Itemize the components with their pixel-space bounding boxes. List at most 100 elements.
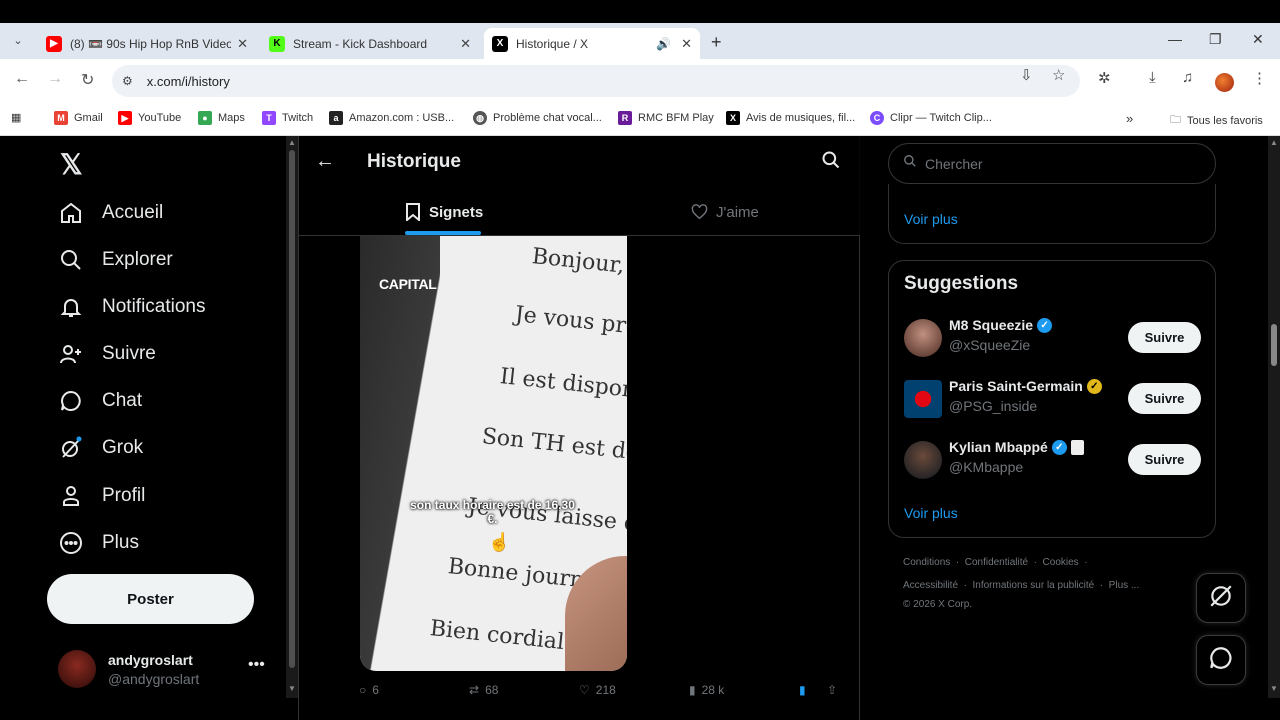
footer-link[interactable]: Cookies	[1043, 557, 1079, 568]
verified-badge-icon: ✓	[1037, 317, 1053, 333]
see-more-link[interactable]: Voir plus	[904, 211, 958, 227]
sidebar-item-notifications[interactable]: Notifications	[58, 294, 206, 320]
tab-signets[interactable]: Signets	[405, 188, 483, 236]
new-tab-icon[interactable]: +	[711, 32, 722, 53]
footer-link[interactable]: Informations sur la publicité	[972, 580, 1094, 591]
tab-x-history[interactable]: X Historique / X 🔊 ✕	[484, 28, 700, 59]
like-button[interactable]: ♡ 218	[579, 683, 616, 697]
restore-icon[interactable]: ❐	[1209, 31, 1222, 48]
share-icon[interactable]: ⇧	[827, 683, 837, 697]
media-shadow	[360, 236, 440, 671]
all-bookmarks-folder[interactable]: 🗀 Tous les favoris	[1170, 111, 1263, 130]
bookmark-gmail[interactable]: M Gmail	[54, 111, 103, 125]
tab-kick[interactable]: K Stream - Kick Dashboard ✕	[261, 28, 479, 59]
footer-link[interactable]: Accessibilité	[903, 580, 958, 591]
tab-jaime[interactable]: J'aime	[691, 188, 759, 236]
follow-button[interactable]: Suivre	[1128, 383, 1201, 414]
close-tab-icon[interactable]: ✕	[681, 36, 692, 52]
address-bar[interactable]: ⚙ x.com/i/history	[112, 65, 1080, 97]
close-window-icon[interactable]: ✕	[1252, 31, 1264, 48]
tab-strip: ⌄ ▶ (8) 📼 90s Hip Hop RnB Video ✕ K Stre…	[0, 23, 1280, 59]
views-button[interactable]: ▮ 28 k	[689, 683, 724, 697]
sidebar-item-accueil[interactable]: Accueil	[58, 200, 163, 226]
account-switcher[interactable]: andygroslart @andygroslart •••	[58, 648, 268, 692]
repost-button[interactable]: ⇄ 68	[469, 683, 498, 697]
paper-line: Je vous pro	[513, 302, 627, 340]
bookmark-twitch[interactable]: T Twitch	[262, 111, 313, 125]
footer-links-row: Conditions · Confidentialité · Cookies ·	[903, 557, 1088, 568]
more-bookmarks-icon[interactable]: »	[1126, 111, 1133, 126]
account-handle: @andygroslart	[108, 671, 200, 687]
post-button[interactable]: Poster	[47, 574, 254, 624]
scroll-down-arrow-icon[interactable]: ▼	[1270, 684, 1278, 693]
extensions-icon[interactable]: ✲	[1098, 69, 1111, 87]
close-tab-icon[interactable]: ✕	[237, 36, 248, 52]
page-header: ← Historique Signets J'aime	[299, 136, 860, 236]
page-scrollbar[interactable]: ▲ ▼	[1268, 136, 1280, 698]
bookmark-amazon[interactable]: a Amazon.com : USB...	[329, 111, 454, 125]
paper-line: Bonjour,	[530, 244, 626, 279]
bookmarked-icon[interactable]: ▮	[799, 683, 806, 697]
chat-icon	[58, 388, 84, 414]
reply-button[interactable]: ○ 6	[359, 683, 379, 697]
bookmark-maps[interactable]: ● Maps	[198, 111, 245, 125]
url-text[interactable]: x.com/i/history	[147, 74, 230, 89]
suggestion-item[interactable]: Paris Saint-Germain ✓ @PSG_inside Suivre	[904, 378, 1202, 422]
follow-button[interactable]: Suivre	[1128, 444, 1201, 475]
minimize-icon[interactable]: —	[1168, 31, 1182, 47]
left-scrollbar[interactable]: ▲ ▼	[286, 136, 298, 698]
sidebar-item-profil[interactable]: Profil	[58, 483, 145, 509]
sidebar-item-grok[interactable]: Grok	[58, 435, 143, 461]
scroll-up-arrow-icon[interactable]: ▲	[288, 138, 296, 147]
site-settings-icon[interactable]: ⚙	[122, 74, 133, 88]
tweet-media[interactable]: Bonjour, Je vous pro Il est dispon Son T…	[360, 236, 627, 671]
back-arrow-icon[interactable]: ←	[315, 150, 335, 173]
speaker-icon[interactable]: 🔊	[656, 37, 671, 51]
close-tab-icon[interactable]: ✕	[460, 36, 471, 52]
profile-avatar-icon[interactable]	[1215, 73, 1234, 92]
see-more-link[interactable]: Voir plus	[904, 505, 958, 521]
suggestion-item[interactable]: Kylian Mbappé ✓ @KMbappe Suivre	[904, 439, 1202, 483]
footer-link[interactable]: Plus ...	[1109, 580, 1140, 591]
youtube-icon: ▶	[118, 111, 132, 125]
scroll-up-arrow-icon[interactable]: ▲	[1270, 138, 1278, 147]
bookmark-probleme-chat[interactable]: ◍ Problème chat vocal...	[473, 111, 602, 125]
sidebar-item-plus[interactable]: Plus	[58, 530, 139, 556]
downloads-icon[interactable]: ⤓	[1149, 69, 1156, 86]
grok-icon	[1208, 583, 1234, 614]
search-icon[interactable]	[821, 150, 841, 175]
install-app-icon[interactable]: ⇩	[1020, 66, 1033, 84]
back-icon[interactable]: ←	[14, 70, 30, 88]
follow-button[interactable]: Suivre	[1128, 322, 1201, 353]
scrollbar-thumb[interactable]	[1271, 324, 1277, 366]
x-logo-icon[interactable]: 𝕏	[60, 148, 83, 181]
media-controls-icon[interactable]: ♫	[1182, 69, 1193, 86]
footer-link[interactable]: Confidentialité	[965, 557, 1028, 568]
sidebar-item-chat[interactable]: Chat	[58, 388, 142, 414]
bookmark-avis-musiques[interactable]: X Avis de musiques, fil...	[726, 111, 855, 125]
reload-icon[interactable]: ↻	[81, 70, 94, 90]
sidebar-item-explorer[interactable]: Explorer	[58, 247, 173, 273]
suggestion-name: Kylian Mbappé ✓	[949, 439, 1084, 455]
grok-float-button[interactable]	[1196, 573, 1246, 623]
bookmark-youtube[interactable]: ▶ YouTube	[118, 111, 181, 125]
forward-icon[interactable]: →	[47, 70, 63, 88]
rmc-icon: R	[618, 111, 632, 125]
kebab-menu-icon[interactable]: ⋮	[1252, 69, 1267, 87]
chat-float-button[interactable]	[1196, 635, 1246, 685]
tab-search-chevron-icon[interactable]: ⌄	[8, 31, 28, 51]
bookmark-rmc[interactable]: R RMC BFM Play	[618, 111, 714, 125]
suggestion-item[interactable]: M8 Squeezie ✓ @xSqueeZie Suivre	[904, 317, 1202, 361]
footer-link[interactable]: Conditions	[903, 557, 950, 568]
bookmark-clipr[interactable]: C Clipr — Twitch Clip...	[870, 111, 992, 125]
scrollbar-thumb[interactable]	[289, 150, 295, 668]
apps-grid-icon[interactable]: ▦	[11, 111, 21, 124]
tweet-actions: ○ 6 ⇄ 68 ♡ 218 ▮ 28 k ▮ ⇧	[359, 683, 849, 703]
tab-youtube[interactable]: ▶ (8) 📼 90s Hip Hop RnB Video ✕	[38, 28, 256, 59]
scroll-down-arrow-icon[interactable]: ▼	[288, 684, 296, 693]
ellipsis-icon[interactable]: •••	[248, 656, 265, 674]
bookmark-star-icon[interactable]: ☆	[1052, 66, 1065, 84]
sidebar-item-suivre[interactable]: Suivre	[58, 341, 156, 367]
search-input[interactable]: Chercher	[888, 143, 1216, 184]
browser-chrome: ⌄ ▶ (8) 📼 90s Hip Hop RnB Video ✕ K Stre…	[0, 23, 1280, 136]
